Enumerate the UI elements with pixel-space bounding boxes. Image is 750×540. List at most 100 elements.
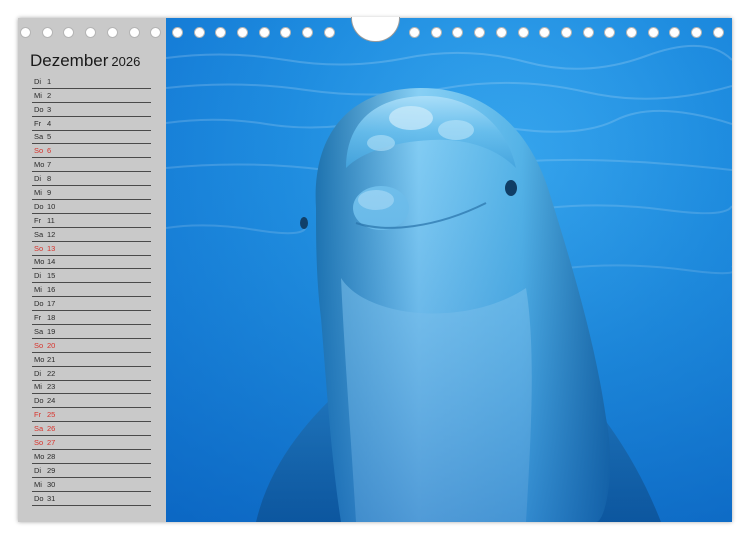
day-number: 5 [47,132,52,142]
weekday-label: So [34,340,44,350]
day-row: Fr 4 [32,117,151,131]
weekday-label: Sa [34,229,44,239]
day-row: Mi 9 [32,186,151,201]
day-row: Mo 21 [32,353,151,367]
day-row: So 27 [32,436,151,451]
weekday-label: Mo [34,354,45,364]
day-row: Fr 18 [32,311,151,326]
day-row: Fr 11 [32,214,151,228]
weekday-label: Mo [34,257,45,267]
day-number: 6 [47,146,52,156]
day-number: 26 [47,424,56,434]
day-number: 11 [47,215,55,225]
weekday-label: Mo [34,160,45,170]
weekday-label: Mo [34,451,45,461]
day-row: Mo 14 [32,256,151,270]
weekday-label: So [34,438,44,448]
day-row: So 13 [32,242,151,256]
day-row: Di 15 [32,269,151,284]
day-number: 23 [47,382,56,392]
weekday-label: Di [34,174,42,184]
day-row: Mi 16 [32,283,151,298]
day-row: Do 17 [32,297,151,312]
day-row: Fr 25 [32,408,151,423]
day-number: 30 [47,479,56,489]
day-number: 9 [47,188,52,198]
day-row: Mi 2 [32,89,151,103]
weekday-label: Do [34,299,44,309]
day-row: Sa 26 [32,422,151,437]
day-number: 31 [47,493,56,503]
weekday-label: Mi [34,479,42,489]
day-number: 21 [47,354,56,364]
weekday-label: Mi [34,90,42,100]
day-row: So 20 [32,339,151,353]
day-number: 20 [47,340,56,350]
day-number: 28 [47,451,56,461]
day-row: Di 8 [32,172,151,187]
date-sidebar: Dezember 2026 Di 1 Mi 2 Do 3 Fr 4 Sa 5 So 6 Mo 7 Di 8 Mi 9… [18,18,166,522]
year-label: 2026 [111,54,141,69]
weekday-label: So [34,146,44,156]
day-number: 16 [47,285,56,295]
weekday-label: Fr [34,410,42,420]
day-number: 3 [47,104,52,114]
day-row: Di 1 [32,75,151,89]
weekday-label: Mi [34,188,42,198]
weekday-label: Do [34,396,44,406]
day-number: 25 [47,410,56,420]
day-row: Sa 5 [32,131,151,145]
month-title: Dezember 2026 [30,51,140,71]
month-name: Dezember [30,51,109,70]
weekday-label: Mi [34,382,42,392]
day-number: 8 [47,174,52,184]
day-row: Do 3 [32,103,151,117]
weekday-label: Fr [34,215,42,225]
day-row: Di 29 [32,464,151,478]
weekday-label: Sa [34,326,44,336]
weekday-label: Fr [34,118,42,128]
day-row: Sa 19 [32,325,151,339]
weekday-label: Di [34,76,42,86]
day-row: Do 31 [32,492,151,506]
weekday-label: Do [34,201,44,211]
dolphin-photo [166,18,732,522]
day-number: 4 [47,118,52,128]
calendar-page: Dezember 2026 Di 1 Mi 2 Do 3 Fr 4 Sa 5 So 6 Mo 7 Di 8 Mi 9… [18,18,732,522]
weekday-label: Sa [34,132,44,142]
day-row: Mi 30 [32,478,151,492]
weekday-label: Do [34,104,44,114]
day-row: Sa 12 [32,228,151,242]
day-row: Di 22 [32,367,151,381]
day-number: 1 [47,76,52,86]
day-number: 15 [47,271,56,281]
weekday-label: Sa [34,424,44,434]
weekday-label: Di [34,368,42,378]
day-number: 12 [47,229,56,239]
weekday-label: So [34,243,44,253]
day-number: 2 [47,90,52,100]
day-number: 10 [47,201,56,211]
day-number: 19 [47,326,56,336]
day-list: Di 1 Mi 2 Do 3 Fr 4 Sa 5 So 6 Mo 7 Di 8 Mi 9 Do 10 Fr 11 Sa 12 S… [32,75,151,506]
day-number: 14 [47,257,56,267]
day-row: So 6 [32,144,151,159]
weekday-label: Fr [34,313,42,323]
dolphin-illustration [166,18,732,522]
day-row: Do 24 [32,394,151,409]
day-number: 13 [47,243,56,253]
day-row: Do 10 [32,200,151,214]
day-number: 22 [47,368,56,378]
weekday-label: Do [34,493,44,503]
day-number: 18 [47,313,56,323]
day-number: 24 [47,396,56,406]
day-number: 17 [47,299,56,309]
weekday-label: Mi [34,285,42,295]
day-row: Mi 23 [32,381,151,395]
day-number: 29 [47,465,56,475]
weekday-label: Di [34,465,42,475]
day-row: Mo 28 [32,450,151,464]
day-row: Mo 7 [32,158,151,173]
weekday-label: Di [34,271,42,281]
day-number: 27 [47,438,56,448]
